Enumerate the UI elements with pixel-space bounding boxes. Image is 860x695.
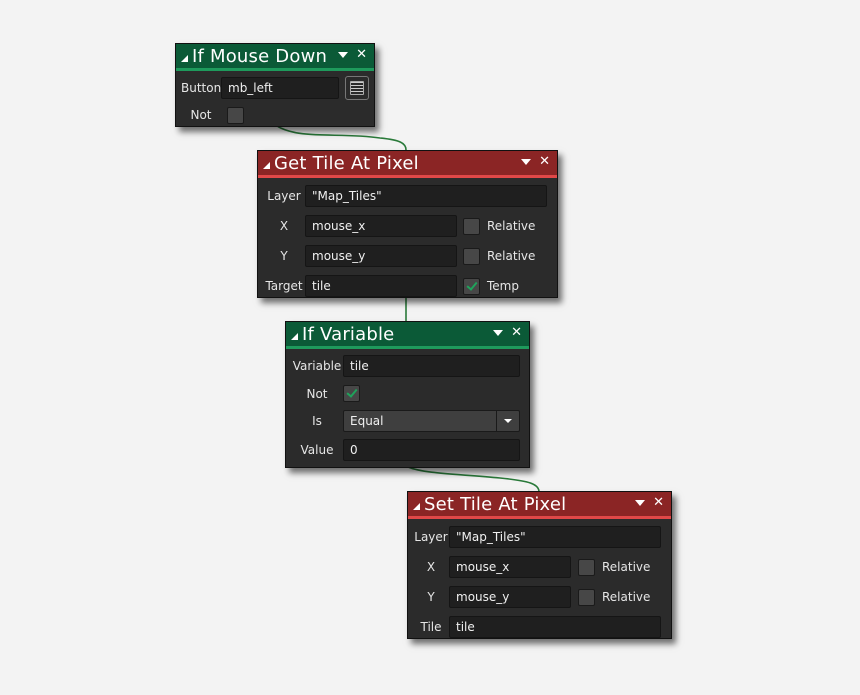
collapse-icon[interactable]: [181, 54, 188, 62]
node-if-mouse-down[interactable]: If Mouse Down ✕ Button mb_left Not: [175, 43, 375, 127]
y-field[interactable]: mouse_y: [305, 245, 457, 267]
collapse-icon[interactable]: [291, 332, 298, 340]
is-dropdown-value: Equal: [350, 413, 384, 428]
variable-label: Variable: [292, 359, 342, 373]
dropdown-button[interactable]: [496, 410, 519, 431]
menu-icon[interactable]: [493, 330, 504, 336]
y-label: Y: [280, 249, 288, 263]
layer-label: Layer: [267, 189, 301, 203]
x-label: X: [426, 560, 436, 574]
x-label: X: [279, 219, 289, 233]
button-label: Button: [181, 81, 222, 95]
close-icon[interactable]: ✕: [356, 48, 367, 62]
tile-field[interactable]: tile: [449, 616, 661, 638]
x-relative-checkbox[interactable]: [463, 217, 480, 235]
menu-icon[interactable]: [338, 52, 349, 58]
chevron-down-icon: [504, 418, 512, 423]
value-label: Value: [300, 443, 334, 457]
not-checkbox[interactable]: [227, 106, 244, 124]
y-relative-label: Relative: [602, 590, 651, 604]
not-checkbox[interactable]: [343, 385, 360, 402]
x-relative-label: Relative: [602, 560, 651, 574]
node-header[interactable]: Set Tile At Pixel ✕: [408, 492, 671, 519]
y-field[interactable]: mouse_y: [449, 586, 571, 608]
is-label: Is: [312, 413, 322, 428]
temp-checkbox[interactable]: [463, 277, 480, 295]
not-label: Not: [306, 386, 328, 401]
node-title: Set Tile At Pixel: [424, 493, 567, 515]
is-dropdown[interactable]: Equal: [343, 409, 520, 432]
layer-field[interactable]: "Map_Tiles": [305, 185, 547, 207]
target-field[interactable]: tile: [305, 275, 457, 297]
list-picker-icon: [350, 81, 364, 95]
node-title: Get Tile At Pixel: [274, 152, 419, 174]
node-get-tile-at-pixel[interactable]: Get Tile At Pixel ✕ Layer "Map_Tiles" X …: [257, 150, 558, 298]
node-header[interactable]: If Mouse Down ✕: [176, 44, 374, 71]
node-set-tile-at-pixel[interactable]: Set Tile At Pixel ✕ Layer "Map_Tiles" X …: [407, 491, 672, 639]
close-icon[interactable]: ✕: [539, 155, 550, 169]
y-relative-label: Relative: [487, 249, 536, 263]
layer-label: Layer: [414, 530, 448, 544]
x-relative-label: Relative: [487, 219, 536, 233]
collapse-icon[interactable]: [413, 502, 420, 510]
menu-icon[interactable]: [521, 159, 532, 165]
target-label: Target: [265, 279, 303, 293]
collapse-icon[interactable]: [263, 161, 270, 169]
y-label: Y: [427, 590, 435, 604]
x-field[interactable]: mouse_x: [305, 215, 457, 237]
x-relative-checkbox[interactable]: [578, 558, 595, 576]
y-relative-checkbox[interactable]: [463, 247, 480, 265]
x-field[interactable]: mouse_x: [449, 556, 571, 578]
node-title: If Mouse Down: [192, 45, 328, 67]
temp-label: Temp: [487, 279, 519, 293]
menu-icon[interactable]: [635, 500, 646, 506]
close-icon[interactable]: ✕: [653, 496, 664, 510]
not-label: Not: [190, 108, 212, 122]
y-relative-checkbox[interactable]: [578, 588, 595, 606]
tile-label: Tile: [420, 620, 442, 634]
value-field[interactable]: 0: [343, 439, 520, 461]
list-picker-button[interactable]: [345, 76, 369, 100]
node-if-variable[interactable]: If Variable ✕ Variable tile Not Is Equal…: [285, 321, 530, 468]
node-header[interactable]: Get Tile At Pixel ✕: [258, 151, 557, 178]
node-header[interactable]: If Variable ✕: [286, 322, 529, 349]
close-icon[interactable]: ✕: [511, 326, 522, 340]
button-field[interactable]: mb_left: [221, 77, 339, 99]
layer-field[interactable]: "Map_Tiles": [449, 526, 661, 548]
variable-field[interactable]: tile: [343, 355, 520, 377]
node-title: If Variable: [302, 323, 395, 345]
